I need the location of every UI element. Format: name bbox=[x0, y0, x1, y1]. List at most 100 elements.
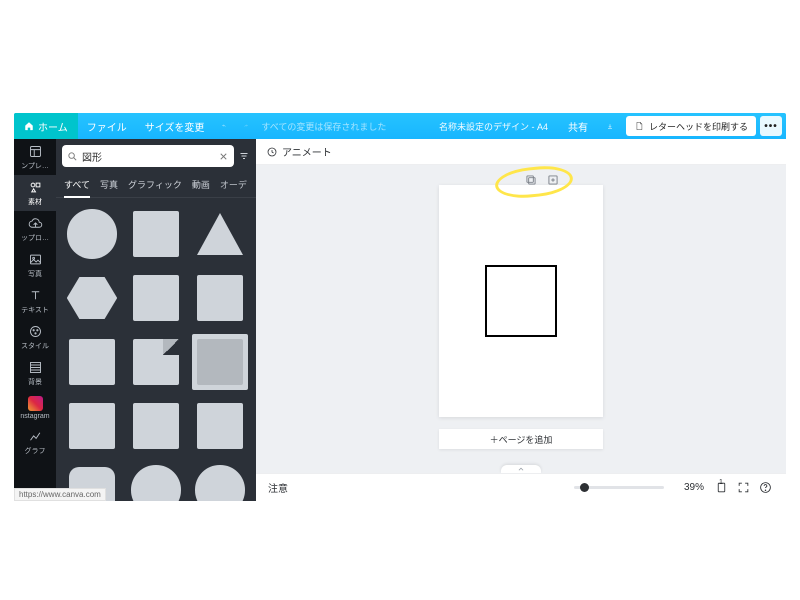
background-icon bbox=[28, 360, 43, 375]
editor: アニメート ＋ページを追加 注意 bbox=[256, 139, 786, 501]
shape-square-6[interactable] bbox=[128, 398, 184, 454]
share-button[interactable]: 共有 bbox=[558, 113, 598, 139]
instagram-icon bbox=[28, 396, 43, 411]
home-icon bbox=[24, 121, 34, 131]
duplicate-page-button[interactable] bbox=[524, 173, 538, 187]
upload-icon bbox=[28, 216, 43, 231]
search-input-wrap[interactable] bbox=[62, 145, 234, 167]
shape-circle[interactable] bbox=[64, 206, 120, 262]
filter-icon[interactable] bbox=[238, 148, 250, 164]
home-button[interactable]: ホーム bbox=[14, 113, 78, 139]
chart-icon bbox=[28, 429, 43, 444]
undo-button[interactable] bbox=[213, 113, 235, 139]
print-label: レターヘッドを印刷する bbox=[649, 120, 748, 133]
tab-all[interactable]: すべて bbox=[64, 173, 90, 198]
shape-triangle[interactable] bbox=[192, 206, 248, 262]
shape-circle-3[interactable] bbox=[192, 462, 248, 501]
rail-uploads[interactable]: ップロ… bbox=[14, 211, 56, 247]
topbar: ホーム ファイル サイズを変更 すべての変更は保存されました 名称未設定のデザイ… bbox=[14, 113, 786, 139]
rail-elements[interactable]: 素材 bbox=[14, 175, 56, 211]
tab-graphic[interactable]: グラフィック bbox=[128, 173, 182, 197]
rail-styles[interactable]: スタイル bbox=[14, 319, 56, 355]
zoom-slider[interactable] bbox=[574, 486, 664, 489]
more-menu[interactable]: ••• bbox=[760, 116, 782, 136]
animate-icon bbox=[266, 146, 278, 158]
fullscreen-icon bbox=[737, 481, 750, 494]
rail-photos[interactable]: 写真 bbox=[14, 247, 56, 283]
text-icon bbox=[28, 288, 43, 303]
rail-styles-label: スタイル bbox=[21, 341, 49, 351]
page-1[interactable] bbox=[439, 185, 603, 417]
rail-charts-label: グラフ bbox=[25, 446, 46, 456]
resize-label: サイズを変更 bbox=[145, 119, 205, 134]
elements-panel: すべて 写真 グラフィック 動画 オーデ bbox=[56, 139, 256, 501]
body: ンプレ… 素材 ップロ… 写真 テキスト スタイル bbox=[14, 139, 786, 501]
document-title[interactable]: 名称未設定のデザイン - A4 bbox=[429, 120, 558, 133]
clear-search-icon[interactable] bbox=[218, 151, 229, 162]
chevron-up-icon bbox=[516, 466, 526, 472]
shape-hexagon[interactable] bbox=[64, 270, 120, 326]
rail-charts[interactable]: グラフ bbox=[14, 424, 56, 460]
document-icon bbox=[634, 121, 644, 131]
shape-square-7[interactable] bbox=[192, 398, 248, 454]
shape-square-selected[interactable] bbox=[192, 334, 248, 390]
saved-status: すべての変更は保存されました bbox=[257, 120, 386, 133]
rail-templates-label: ンプレ… bbox=[21, 161, 49, 171]
zoom-value[interactable]: 39% bbox=[672, 482, 704, 493]
search-input[interactable] bbox=[82, 151, 214, 162]
canvas-area[interactable]: ＋ページを追加 bbox=[256, 165, 786, 473]
elements-icon bbox=[28, 180, 43, 195]
shape-square-3[interactable] bbox=[192, 270, 248, 326]
footer-note[interactable]: 注意 bbox=[266, 480, 288, 495]
shape-square[interactable] bbox=[128, 206, 184, 262]
rail-text[interactable]: テキスト bbox=[14, 283, 56, 319]
rail-instagram[interactable]: nstagram bbox=[14, 391, 56, 424]
fullscreen-button[interactable] bbox=[732, 478, 754, 498]
download-button[interactable] bbox=[598, 113, 622, 139]
tab-video[interactable]: 動画 bbox=[192, 173, 210, 197]
resize-menu[interactable]: サイズを変更 bbox=[136, 113, 214, 139]
nav-rail: ンプレ… 素材 ップロ… 写真 テキスト スタイル bbox=[14, 139, 56, 501]
rail-text-label: テキスト bbox=[21, 305, 49, 315]
rail-background-label: 背景 bbox=[28, 377, 42, 387]
tab-photo[interactable]: 写真 bbox=[100, 173, 118, 197]
download-icon bbox=[607, 120, 613, 133]
add-page-label: ＋ページを追加 bbox=[490, 433, 553, 446]
add-page-bar[interactable]: ＋ページを追加 bbox=[439, 429, 603, 449]
help-icon bbox=[759, 481, 772, 494]
page-list-button[interactable]: 1 bbox=[710, 478, 732, 498]
shape-circle-2[interactable] bbox=[128, 462, 184, 501]
search-icon bbox=[67, 151, 78, 162]
page-count-badge: 1 bbox=[719, 479, 723, 486]
rail-instagram-label: nstagram bbox=[20, 413, 49, 420]
photo-icon bbox=[28, 252, 43, 267]
animate-button[interactable]: アニメート bbox=[266, 144, 332, 159]
animate-label: アニメート bbox=[282, 144, 332, 159]
file-label: ファイル bbox=[87, 119, 127, 134]
style-icon bbox=[28, 324, 43, 339]
redo-button[interactable] bbox=[235, 113, 257, 139]
app-window: ホーム ファイル サイズを変更 すべての変更は保存されました 名称未設定のデザイ… bbox=[14, 113, 786, 501]
add-page-button[interactable] bbox=[546, 173, 560, 187]
page-tools bbox=[524, 173, 560, 187]
context-toolbar: アニメート bbox=[256, 139, 786, 165]
shape-square-4[interactable] bbox=[64, 334, 120, 390]
tab-audio[interactable]: オーデ bbox=[220, 173, 247, 197]
rail-elements-label: 素材 bbox=[28, 197, 42, 207]
help-button[interactable] bbox=[754, 478, 776, 498]
search-row bbox=[56, 139, 256, 173]
shape-folded[interactable] bbox=[128, 334, 184, 390]
home-label: ホーム bbox=[38, 119, 68, 134]
shape-square-2[interactable] bbox=[128, 270, 184, 326]
page-pager-handle[interactable] bbox=[501, 465, 541, 473]
file-menu[interactable]: ファイル bbox=[78, 113, 136, 139]
print-button[interactable]: レターヘッドを印刷する bbox=[626, 116, 756, 136]
zoom-slider-knob[interactable] bbox=[580, 483, 589, 492]
shapes-grid bbox=[56, 198, 256, 501]
rail-templates[interactable]: ンプレ… bbox=[14, 139, 56, 175]
rail-background[interactable]: 背景 bbox=[14, 355, 56, 391]
canvas-square-shape[interactable] bbox=[485, 265, 557, 337]
rail-uploads-label: ップロ… bbox=[21, 233, 49, 243]
shape-square-5[interactable] bbox=[64, 398, 120, 454]
share-label: 共有 bbox=[568, 119, 588, 134]
